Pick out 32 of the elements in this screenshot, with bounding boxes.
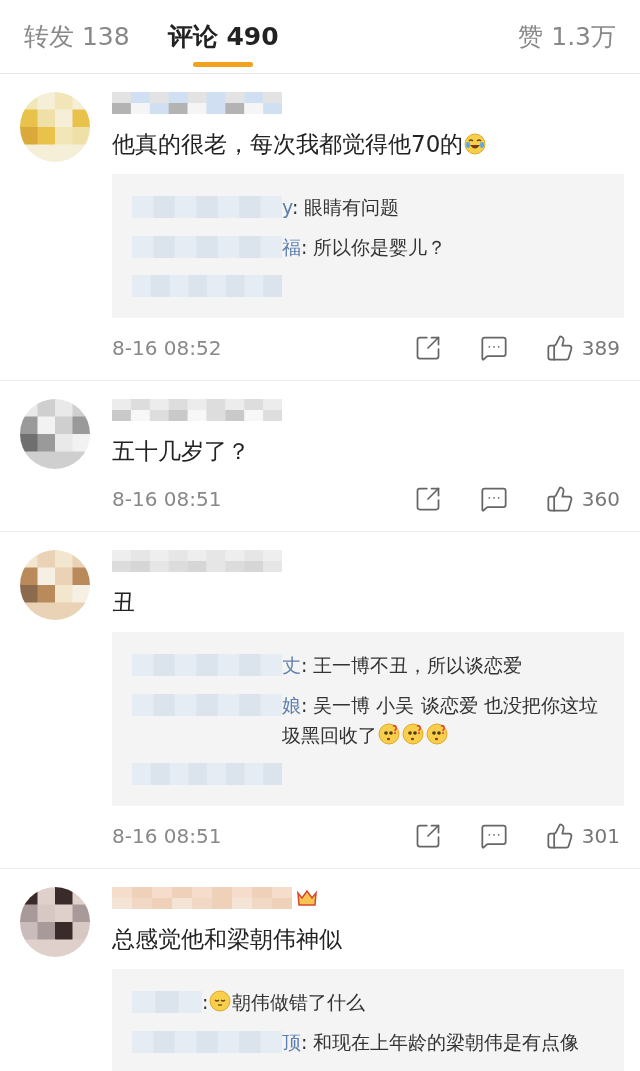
reply-text: 丈: 王一博不丑，所以谈恋爱	[282, 653, 524, 678]
comment-text: 他真的很老，每次我都觉得他70的	[112, 126, 624, 162]
active-tab-indicator	[193, 62, 254, 67]
puzzled-emoji-icon	[378, 723, 400, 745]
tab[interactable]: 赞 1.3万	[518, 0, 616, 73]
comment-text: 丑	[112, 588, 136, 617]
thumbs-up-icon	[545, 334, 574, 362]
redacted-name	[132, 991, 202, 1013]
puzzled-emoji-icon	[402, 723, 424, 745]
awkward-emoji-icon	[209, 990, 232, 1012]
laugh-emoji-icon	[464, 133, 487, 155]
reply-text: y: 眼睛有问题	[282, 195, 401, 220]
comment-time: 8-16 08:52	[112, 335, 222, 362]
reply-text: 娘: 吴一博 小吴 谈恋爱 也没把你这垃圾黑回收了	[282, 693, 599, 748]
like-button[interactable]: 389	[541, 329, 624, 367]
comment-time: 8-16 08:51	[112, 823, 222, 850]
puzzled-emoji-icon	[426, 723, 448, 745]
comment-time: 8-16 08:51	[112, 486, 222, 513]
comment-icon	[479, 822, 508, 850]
thumbs-up-icon	[545, 822, 574, 850]
comment-text: 总感觉他和梁朝伟神似	[112, 925, 343, 954]
tab[interactable]: 转发 138	[24, 0, 130, 73]
comment-icon	[479, 485, 508, 513]
comment-icon	[479, 334, 508, 362]
tab[interactable]: 评论 490	[167, 0, 279, 73]
like-button[interactable]: 360	[541, 480, 624, 518]
comment-text: 五十几岁了？	[112, 437, 251, 466]
reply-text: 福: 所以你是婴儿？	[282, 235, 448, 260]
reply-text: 顶: 和现在上年龄的梁朝伟是有点像	[282, 1030, 581, 1055]
reply-text: : 朝伟做错了什么	[202, 989, 367, 1015]
thumbs-up-icon	[545, 485, 574, 513]
like-button[interactable]: 301	[541, 817, 624, 855]
